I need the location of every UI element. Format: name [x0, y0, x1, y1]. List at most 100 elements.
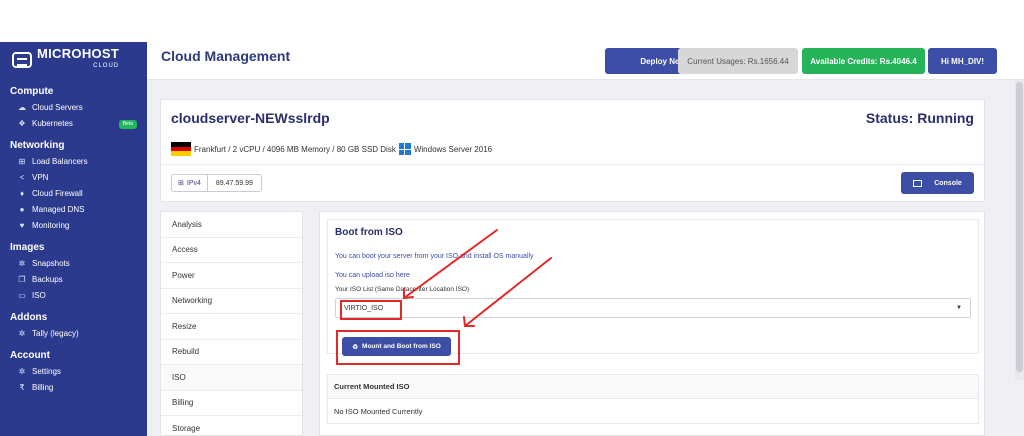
copy-icon: ❐	[18, 275, 26, 284]
user-menu-button[interactable]: Hi MH_DIV!	[928, 48, 997, 74]
ip-address-box[interactable]: ⊞ IPv4 89.47.59.99	[171, 174, 262, 192]
ip-address: 89.47.59.99	[215, 179, 253, 187]
sidebar-item-label: VPN	[32, 173, 49, 182]
server-os: Windows Server 2016	[413, 144, 493, 154]
caret-down-icon: ▼	[956, 305, 962, 311]
brand-logo[interactable]: MICROHOST CLOUD	[0, 42, 147, 78]
server-tab-list: Analysis Access Power Networking Resize …	[160, 211, 303, 436]
brand-sub: CLOUD	[93, 63, 120, 69]
top-bar: Cloud Management Deploy New Current Usag…	[147, 42, 1024, 80]
section-title: Addons	[10, 312, 48, 323]
iso-list-label: Your ISO List (Same Datacenter Location …	[335, 286, 470, 293]
page-title: Cloud Management	[161, 48, 291, 64]
available-credits-button[interactable]: Available Credits: Rs.4046.4	[802, 48, 925, 74]
sidebar-section-images: Images ✲ Snapshots ❐ Backups ▭ ISO	[0, 240, 147, 304]
ip-type: IPv4	[186, 179, 201, 187]
annotation-highlight-button	[336, 330, 460, 365]
sidebar-item-label: Kubernetes	[32, 119, 73, 128]
console-label: Console	[934, 179, 962, 187]
sidebar-item-cloud-servers[interactable]: ☁ Cloud Servers	[10, 100, 147, 116]
upload-iso-text: You can upload iso here	[335, 272, 410, 279]
sidebar-item-label: Settings	[32, 367, 61, 376]
tab-storage[interactable]: Storage	[161, 416, 302, 436]
globe-icon: ●	[19, 205, 25, 214]
sidebar-item-cloud-firewall[interactable]: ♦ Cloud Firewall	[10, 186, 147, 202]
sidebar-item-label: Load Balancers	[32, 157, 88, 166]
sidebar-item-label: Cloud Firewall	[32, 189, 83, 198]
tab-access[interactable]: Access	[161, 238, 302, 263]
beta-badge: Beta	[118, 119, 137, 129]
mounted-iso-title: Current Mounted ISO	[328, 375, 978, 399]
rupee-icon: ₹	[19, 383, 25, 392]
sidebar-item-backups[interactable]: ❐ Backups	[10, 272, 147, 288]
tab-networking[interactable]: Networking	[161, 289, 302, 314]
tab-power[interactable]: Power	[161, 263, 302, 289]
cogs-icon: ✲	[18, 259, 26, 268]
boot-iso-description: You can boot your server from your ISO a…	[335, 253, 534, 260]
iso-panel: Boot from ISO You can boot your server f…	[319, 211, 985, 436]
heartbeat-icon: ♥	[19, 221, 25, 230]
iso-select[interactable]: VIRTIO_ISO ▼	[335, 298, 971, 318]
fire-icon: ♦	[19, 189, 25, 198]
sitemap-icon: ⊞	[18, 157, 26, 166]
mounted-iso-value: No ISO Mounted Currently	[334, 407, 423, 416]
tab-analysis[interactable]: Analysis	[161, 212, 302, 238]
sidebar-item-iso[interactable]: ▭ ISO	[10, 288, 147, 304]
sidebar-item-label: Managed DNS	[32, 205, 85, 214]
ipv4-label: ⊞ IPv4	[172, 175, 208, 191]
server-header-card: cloudserver-NEWsslrdp Status: Running Fr…	[160, 99, 985, 202]
germany-flag-icon	[171, 142, 191, 157]
sidebar-item-managed-dns[interactable]: ● Managed DNS	[10, 202, 147, 218]
network-icon: ⊞	[178, 180, 184, 187]
microhost-logo-icon	[12, 52, 32, 68]
cogs-icon: ✲	[18, 367, 26, 376]
section-title: Compute	[10, 86, 54, 97]
cogs-icon: ✲	[18, 329, 26, 338]
sidebar-section-addons: Addons ✲ Tally (legacy)	[0, 310, 147, 342]
brand-name: MICROHOST CLOUD	[37, 47, 120, 72]
boot-iso-title: Boot from ISO	[335, 227, 403, 238]
tab-billing[interactable]: Billing	[161, 391, 302, 416]
drive-icon: ▭	[18, 291, 26, 300]
upload-iso-prefix: You can upload iso	[335, 272, 396, 279]
current-mounted-iso-card: Current Mounted ISO No ISO Mounted Curre…	[327, 374, 979, 424]
annotation-highlight-select	[340, 300, 402, 320]
cloud-icon: ☁	[18, 103, 26, 112]
sidebar-item-monitoring[interactable]: ♥ Monitoring	[10, 218, 147, 234]
sidebar-item-tally[interactable]: ✲ Tally (legacy)	[10, 326, 147, 342]
sidebar-section-compute: Compute ☁ Cloud Servers ❖ Kubernetes Beta	[0, 84, 147, 132]
cubes-icon: ❖	[18, 119, 26, 128]
share-icon: <	[19, 173, 25, 182]
sidebar-item-load-balancers[interactable]: ⊞ Load Balancers	[10, 154, 147, 170]
sidebar-section-account: Account ✲ Settings ₹ Billing	[0, 348, 147, 396]
sidebar-item-snapshots[interactable]: ✲ Snapshots	[10, 256, 147, 272]
sidebar-item-label: Snapshots	[32, 259, 70, 268]
sidebar-item-label: Cloud Servers	[32, 103, 83, 112]
upload-iso-link[interactable]: here	[396, 272, 410, 279]
section-title: Account	[10, 350, 50, 361]
sidebar-item-billing[interactable]: ₹ Billing	[10, 380, 147, 396]
server-specs-text: Frankfurt / 2 vCPU / 4096 MB Memory / 80…	[194, 144, 396, 154]
section-title: Networking	[10, 140, 65, 151]
sidebar-item-vpn[interactable]: < VPN	[10, 170, 147, 186]
sidebar-item-kubernetes[interactable]: ❖ Kubernetes Beta	[10, 116, 147, 132]
sidebar-item-label: ISO	[32, 291, 46, 300]
sidebar-section-networking: Networking ⊞ Load Balancers < VPN ♦ Cloud F…	[0, 138, 147, 234]
current-usage-button[interactable]: Current Usages: Rs.1656.44	[678, 48, 798, 74]
sidebar-item-label: Billing	[32, 383, 54, 392]
divider	[161, 164, 984, 165]
tab-iso[interactable]: ISO	[161, 365, 302, 391]
sidebar-item-settings[interactable]: ✲ Settings	[10, 364, 147, 380]
sidebar-item-label: Backups	[32, 275, 63, 284]
sidebar: MICROHOST CLOUD Compute ☁ Cloud Servers ❖…	[0, 42, 147, 436]
tab-resize[interactable]: Resize	[161, 314, 302, 340]
windows-icon	[398, 143, 411, 155]
server-status: Status: Running	[865, 110, 974, 126]
monitor-icon	[913, 179, 923, 187]
scrollbar-thumb[interactable]	[1016, 82, 1023, 372]
sidebar-item-label: Tally (legacy)	[32, 329, 79, 338]
console-button[interactable]: Console	[901, 172, 974, 194]
server-name: cloudserver-NEWsslrdp	[171, 110, 330, 126]
boot-from-iso-card: Boot from ISO You can boot your server f…	[327, 219, 979, 365]
tab-rebuild[interactable]: Rebuild	[161, 340, 302, 365]
